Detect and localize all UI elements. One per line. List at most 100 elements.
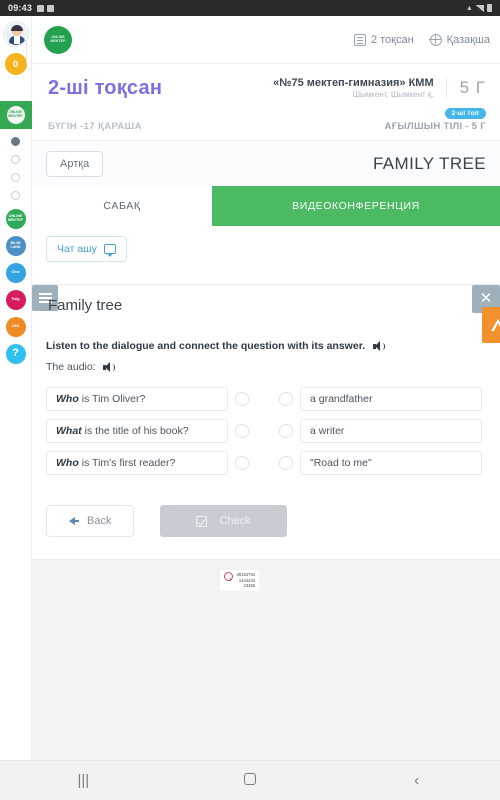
back-button[interactable]: Back <box>46 505 135 537</box>
watermark-line-2: 1424232 <box>238 577 256 583</box>
page-background-area: 1 36153794 1424232 23456 <box>32 560 500 782</box>
check-icon <box>196 515 208 527</box>
answer-1-connector[interactable] <box>279 392 293 406</box>
back-button-label: Back <box>87 515 112 527</box>
lesson-body: Family tree Listen to the dialogue and c… <box>32 285 500 537</box>
tab-videoconference[interactable]: ВИДЕОКОНФЕРЕНЦИЯ <box>212 186 500 226</box>
recents-icon[interactable]: ||| <box>23 772 143 789</box>
exercise-actions: Back Check <box>46 505 486 537</box>
main-content: ONLINE MEKTEP 2 тоқсан Қазақша 2-ші тоқс… <box>32 16 500 800</box>
table-row: Who is Tim's first reader? "Road to me" <box>46 451 486 475</box>
language-selector-label: Қазақша <box>446 33 490 46</box>
app-header-actions: 2 тоқсан Қазақша <box>353 33 490 46</box>
school-name: «№75 мектеп-гимназия» КММ <box>273 77 434 89</box>
nav-dot-3[interactable] <box>11 173 20 182</box>
matching-exercise: Who is Tim Oliver? a grandfather What is… <box>46 307 500 475</box>
nav-dot-4[interactable] <box>11 191 20 200</box>
answer-2[interactable]: a writer <box>300 419 482 443</box>
zan-shortcut-icon[interactable]: ZAN <box>5 317 26 337</box>
online-mektep-shortcut-icon[interactable]: ONLINE MEKTEP <box>5 209 26 229</box>
group-badge: 2-ші топ <box>444 108 486 119</box>
back-button-top[interactable]: Артқа <box>46 150 104 177</box>
answer-1[interactable]: a grandfather <box>300 387 482 411</box>
question-3-prefix: Who <box>56 457 79 469</box>
battery-icon <box>487 4 492 12</box>
question-3[interactable]: Who is Tim's first reader? <box>46 451 228 475</box>
check-button[interactable]: Check <box>160 505 287 537</box>
task-instruction: Listen to the dialogue and connect the q… <box>46 340 486 352</box>
bilimland-shortcut-icon[interactable]: BILIM LAND <box>5 236 26 256</box>
globe-icon <box>429 33 442 46</box>
wifi-icon: ▲ <box>465 4 473 12</box>
tab-bar: САБАҚ ВИДЕОКОНФЕРЕНЦИЯ <box>32 186 500 226</box>
status-notification-icons <box>37 4 55 12</box>
online-mektep-logo[interactable]: ONLINE MEKTEP <box>44 25 72 54</box>
list-icon <box>353 33 366 46</box>
check-button-label: Check <box>219 515 251 527</box>
quarter-selector-label: 2 тоқсан <box>370 33 414 46</box>
online-mektep-icon: ONLINE MEKTEP <box>6 106 25 124</box>
question-1-prefix: Who <box>56 393 79 405</box>
download-icon <box>47 4 55 12</box>
language-selector[interactable]: Қазақша <box>429 33 490 46</box>
audio-label: The audio: <box>46 361 96 373</box>
checkbox-icon <box>37 4 45 12</box>
lesson-header-title: FAMILY TREE <box>372 153 486 173</box>
lesson-card: ✕ Family tree Listen to the dialogue and… <box>32 284 500 560</box>
question-1-connector[interactable] <box>235 392 249 406</box>
watermark-lines: 36153794 1424232 23456 <box>237 572 256 589</box>
subject-label: АҒЫЛШЫН ТІЛІ - 5 Г <box>384 120 486 132</box>
audio-row: The audio: <box>46 361 486 373</box>
lesson-toolbar: Артқа FAMILY TREE <box>32 140 500 186</box>
android-nav-bar: ||| ‹ <box>0 760 500 800</box>
today-date: БҮГІН -17 ҚАРАША <box>48 120 142 132</box>
question-2[interactable]: What is the title of his book? <box>46 419 228 443</box>
task-instruction-text: Listen to the dialogue and connect the q… <box>46 340 366 352</box>
warning-icon <box>491 319 500 331</box>
coin-counter[interactable]: 0 <box>4 53 27 75</box>
question-1[interactable]: Who is Tim Oliver? <box>46 387 228 411</box>
help-icon[interactable]: ? <box>5 344 26 364</box>
watermark-line-1: 36153794 <box>236 572 256 577</box>
answer-3-connector[interactable] <box>279 456 293 470</box>
avatar[interactable] <box>3 22 28 46</box>
nav-dot-1[interactable] <box>11 137 20 146</box>
arrow-left-icon <box>69 517 79 525</box>
screen-root: 09:43 ▲ 0 ONLINE MEKTEP ONLINE MEKTEP BI <box>0 0 500 800</box>
school-info: «№75 мектеп-гимназия» КММ Шымкент, Шымке… <box>273 77 445 99</box>
answer-2-connector[interactable] <box>279 424 293 438</box>
app-header: ONLINE MEKTEP 2 тоқсан Қазақша <box>32 16 500 64</box>
twig-shortcut-icon[interactable]: Twig <box>5 290 26 310</box>
sidebar-item-online-mektep[interactable]: ONLINE MEKTEP <box>0 101 32 129</box>
question-2-prefix: What <box>56 425 82 437</box>
audio-play-icon[interactable] <box>102 362 115 373</box>
speaker-icon[interactable] <box>373 341 386 352</box>
watermark-number: 1 <box>229 577 232 582</box>
question-1-text: is Tim Oliver? <box>81 393 146 405</box>
question-2-text: is the title of his book? <box>84 425 189 437</box>
watermark-line-3: 23456 <box>243 583 256 589</box>
question-2-connector[interactable] <box>235 424 249 438</box>
itest-shortcut-icon[interactable]: iTest <box>5 263 26 283</box>
question-3-text: is Tim's first reader? <box>81 457 176 469</box>
signal-icon <box>476 4 484 12</box>
watermark-stamp: 1 36153794 1424232 23456 <box>220 570 260 592</box>
open-chat-button[interactable]: Чат ашу <box>46 236 127 262</box>
android-status-bar: 09:43 ▲ <box>0 0 500 16</box>
today-row: БҮГІН -17 ҚАРАША 2-ші топ АҒЫЛШЫН ТІЛІ -… <box>32 108 500 140</box>
avatar-shirt <box>13 36 20 44</box>
table-row: Who is Tim Oliver? a grandfather <box>46 387 486 411</box>
quarter-selector[interactable]: 2 тоқсан <box>353 33 414 46</box>
home-icon[interactable] <box>190 772 310 789</box>
table-row: What is the title of his book? a writer <box>46 419 486 443</box>
status-system-icons: ▲ <box>466 4 492 12</box>
question-3-connector[interactable] <box>235 456 249 470</box>
answer-3[interactable]: "Road to me" <box>300 451 482 475</box>
tab-lesson[interactable]: САБАҚ <box>32 186 212 226</box>
report-problem-button[interactable] <box>482 307 500 343</box>
status-clock: 09:43 <box>8 3 33 13</box>
open-chat-label: Чат ашу <box>57 243 97 255</box>
back-icon[interactable]: ‹ <box>357 772 477 789</box>
nav-dot-2[interactable] <box>11 155 20 164</box>
page-title: 2-ші тоқсан <box>48 76 163 99</box>
